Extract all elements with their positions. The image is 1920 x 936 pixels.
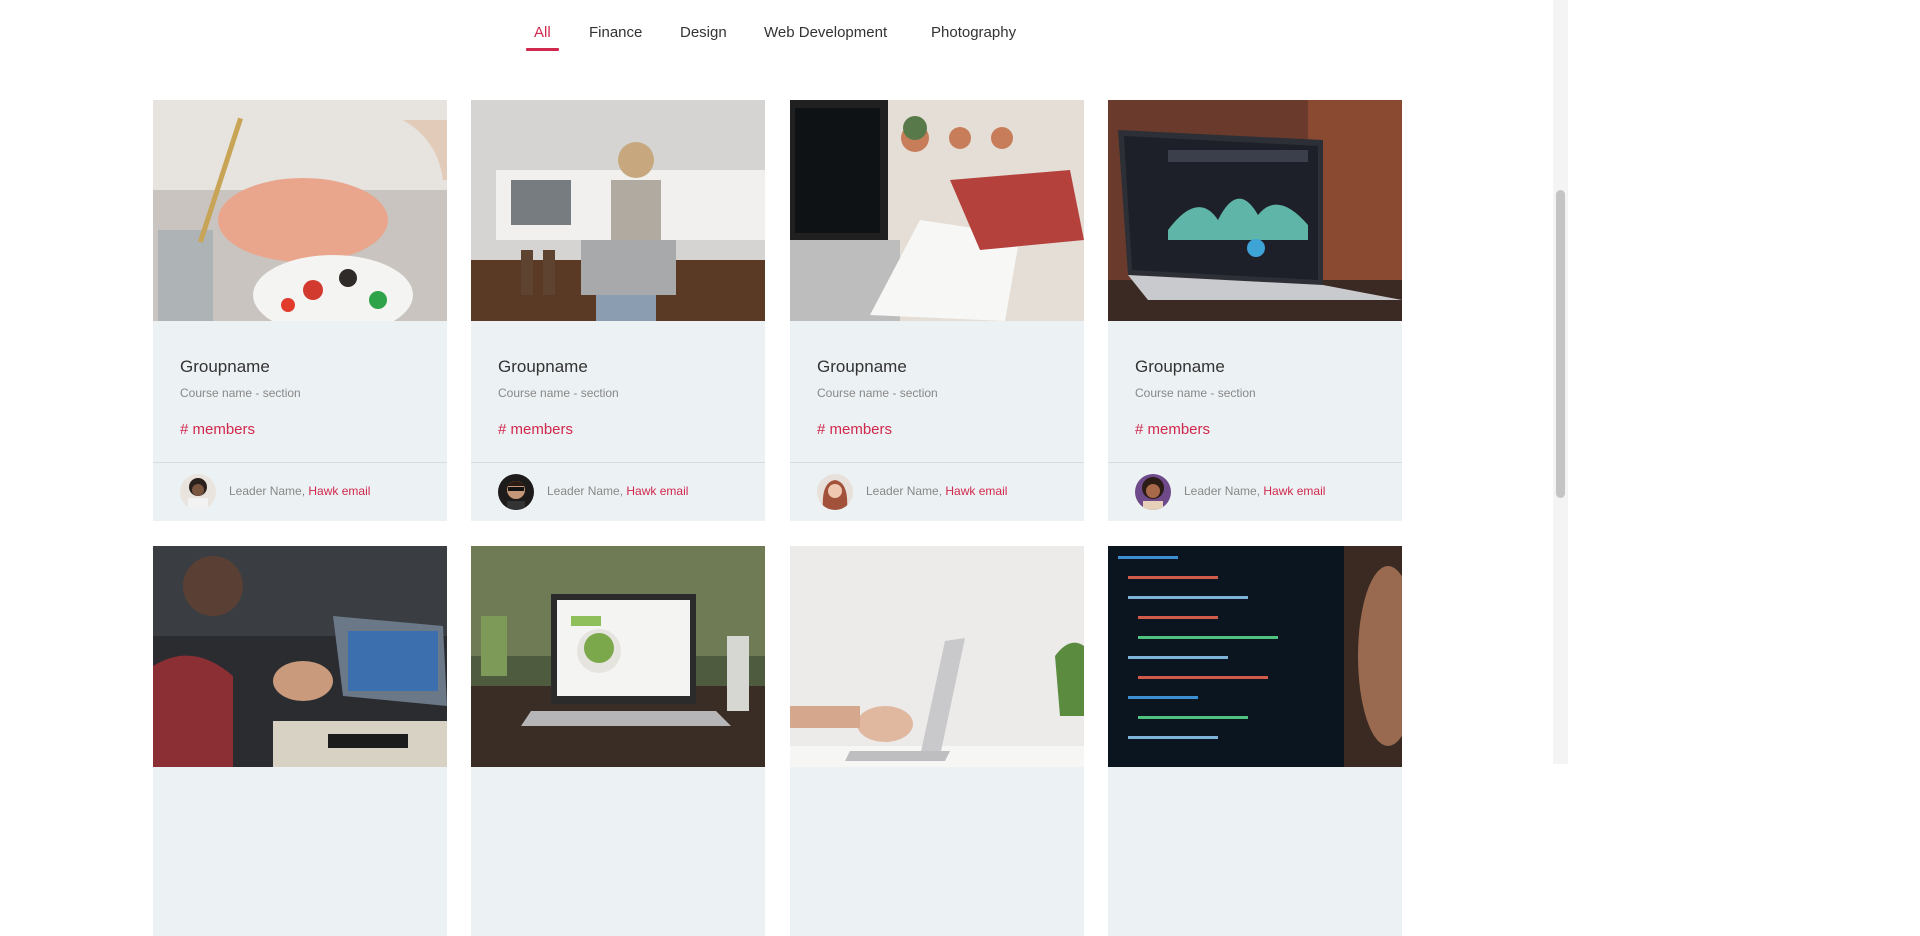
course-name: Course name - section	[180, 386, 301, 400]
members-count[interactable]: # members	[180, 421, 255, 438]
course-name: Course name - section	[498, 386, 619, 400]
card-image[interactable]	[1108, 546, 1402, 767]
members-count[interactable]: # members	[817, 421, 892, 438]
group-card[interactable]	[790, 546, 1084, 936]
leader-name: Leader Name,	[229, 484, 306, 498]
scrollbar-thumb[interactable]	[1556, 190, 1565, 498]
leader-email-link[interactable]: Hawk email	[626, 484, 688, 498]
group-name: Groupname	[180, 357, 270, 376]
card-image[interactable]	[471, 546, 765, 767]
leader-line: Leader Name, Hawk email	[547, 484, 688, 498]
tab-web-development[interactable]: Web Development	[764, 24, 887, 41]
group-card[interactable]: Groupname Course name - section # member…	[1108, 100, 1402, 521]
leader-avatar	[180, 474, 216, 510]
divider	[790, 462, 1084, 463]
leader-line: Leader Name, Hawk email	[1184, 484, 1325, 498]
card-image[interactable]	[790, 100, 1084, 321]
group-card[interactable]: Groupname Course name - section # member…	[471, 100, 765, 521]
card-image[interactable]	[153, 100, 447, 321]
leader-name: Leader Name,	[547, 484, 624, 498]
scrollbar[interactable]	[1553, 0, 1568, 764]
leader-avatar	[817, 474, 853, 510]
category-filter-bar: All Finance Design Web Development Photo…	[0, 0, 1553, 60]
course-name: Course name - section	[1135, 386, 1256, 400]
tab-finance[interactable]: Finance	[589, 24, 642, 41]
group-card[interactable]	[471, 546, 765, 936]
leader-name: Leader Name,	[866, 484, 943, 498]
leader-line: Leader Name, Hawk email	[229, 484, 370, 498]
group-name: Groupname	[817, 357, 907, 376]
members-count[interactable]: # members	[498, 421, 573, 438]
leader-email-link[interactable]: Hawk email	[1263, 484, 1325, 498]
leader-avatar	[498, 474, 534, 510]
group-card[interactable]: Groupname Course name - section # member…	[790, 100, 1084, 521]
card-image[interactable]	[790, 546, 1084, 767]
group-name: Groupname	[1135, 357, 1225, 376]
tab-photography[interactable]: Photography	[931, 24, 1016, 41]
members-count[interactable]: # members	[1135, 421, 1210, 438]
card-image[interactable]	[471, 100, 765, 321]
group-card[interactable]	[1108, 546, 1402, 936]
leader-name: Leader Name,	[1184, 484, 1261, 498]
card-image[interactable]	[1108, 100, 1402, 321]
card-image[interactable]	[153, 546, 447, 767]
tab-design[interactable]: Design	[680, 24, 727, 41]
tab-all[interactable]: All	[526, 24, 559, 51]
divider	[471, 462, 765, 463]
group-card[interactable]	[153, 546, 447, 936]
group-card[interactable]: Groupname Course name - section # member…	[153, 100, 447, 521]
leader-line: Leader Name, Hawk email	[866, 484, 1007, 498]
group-name: Groupname	[498, 357, 588, 376]
divider	[153, 462, 447, 463]
leader-avatar	[1135, 474, 1171, 510]
divider	[1108, 462, 1402, 463]
leader-email-link[interactable]: Hawk email	[308, 484, 370, 498]
course-name: Course name - section	[817, 386, 938, 400]
leader-email-link[interactable]: Hawk email	[945, 484, 1007, 498]
